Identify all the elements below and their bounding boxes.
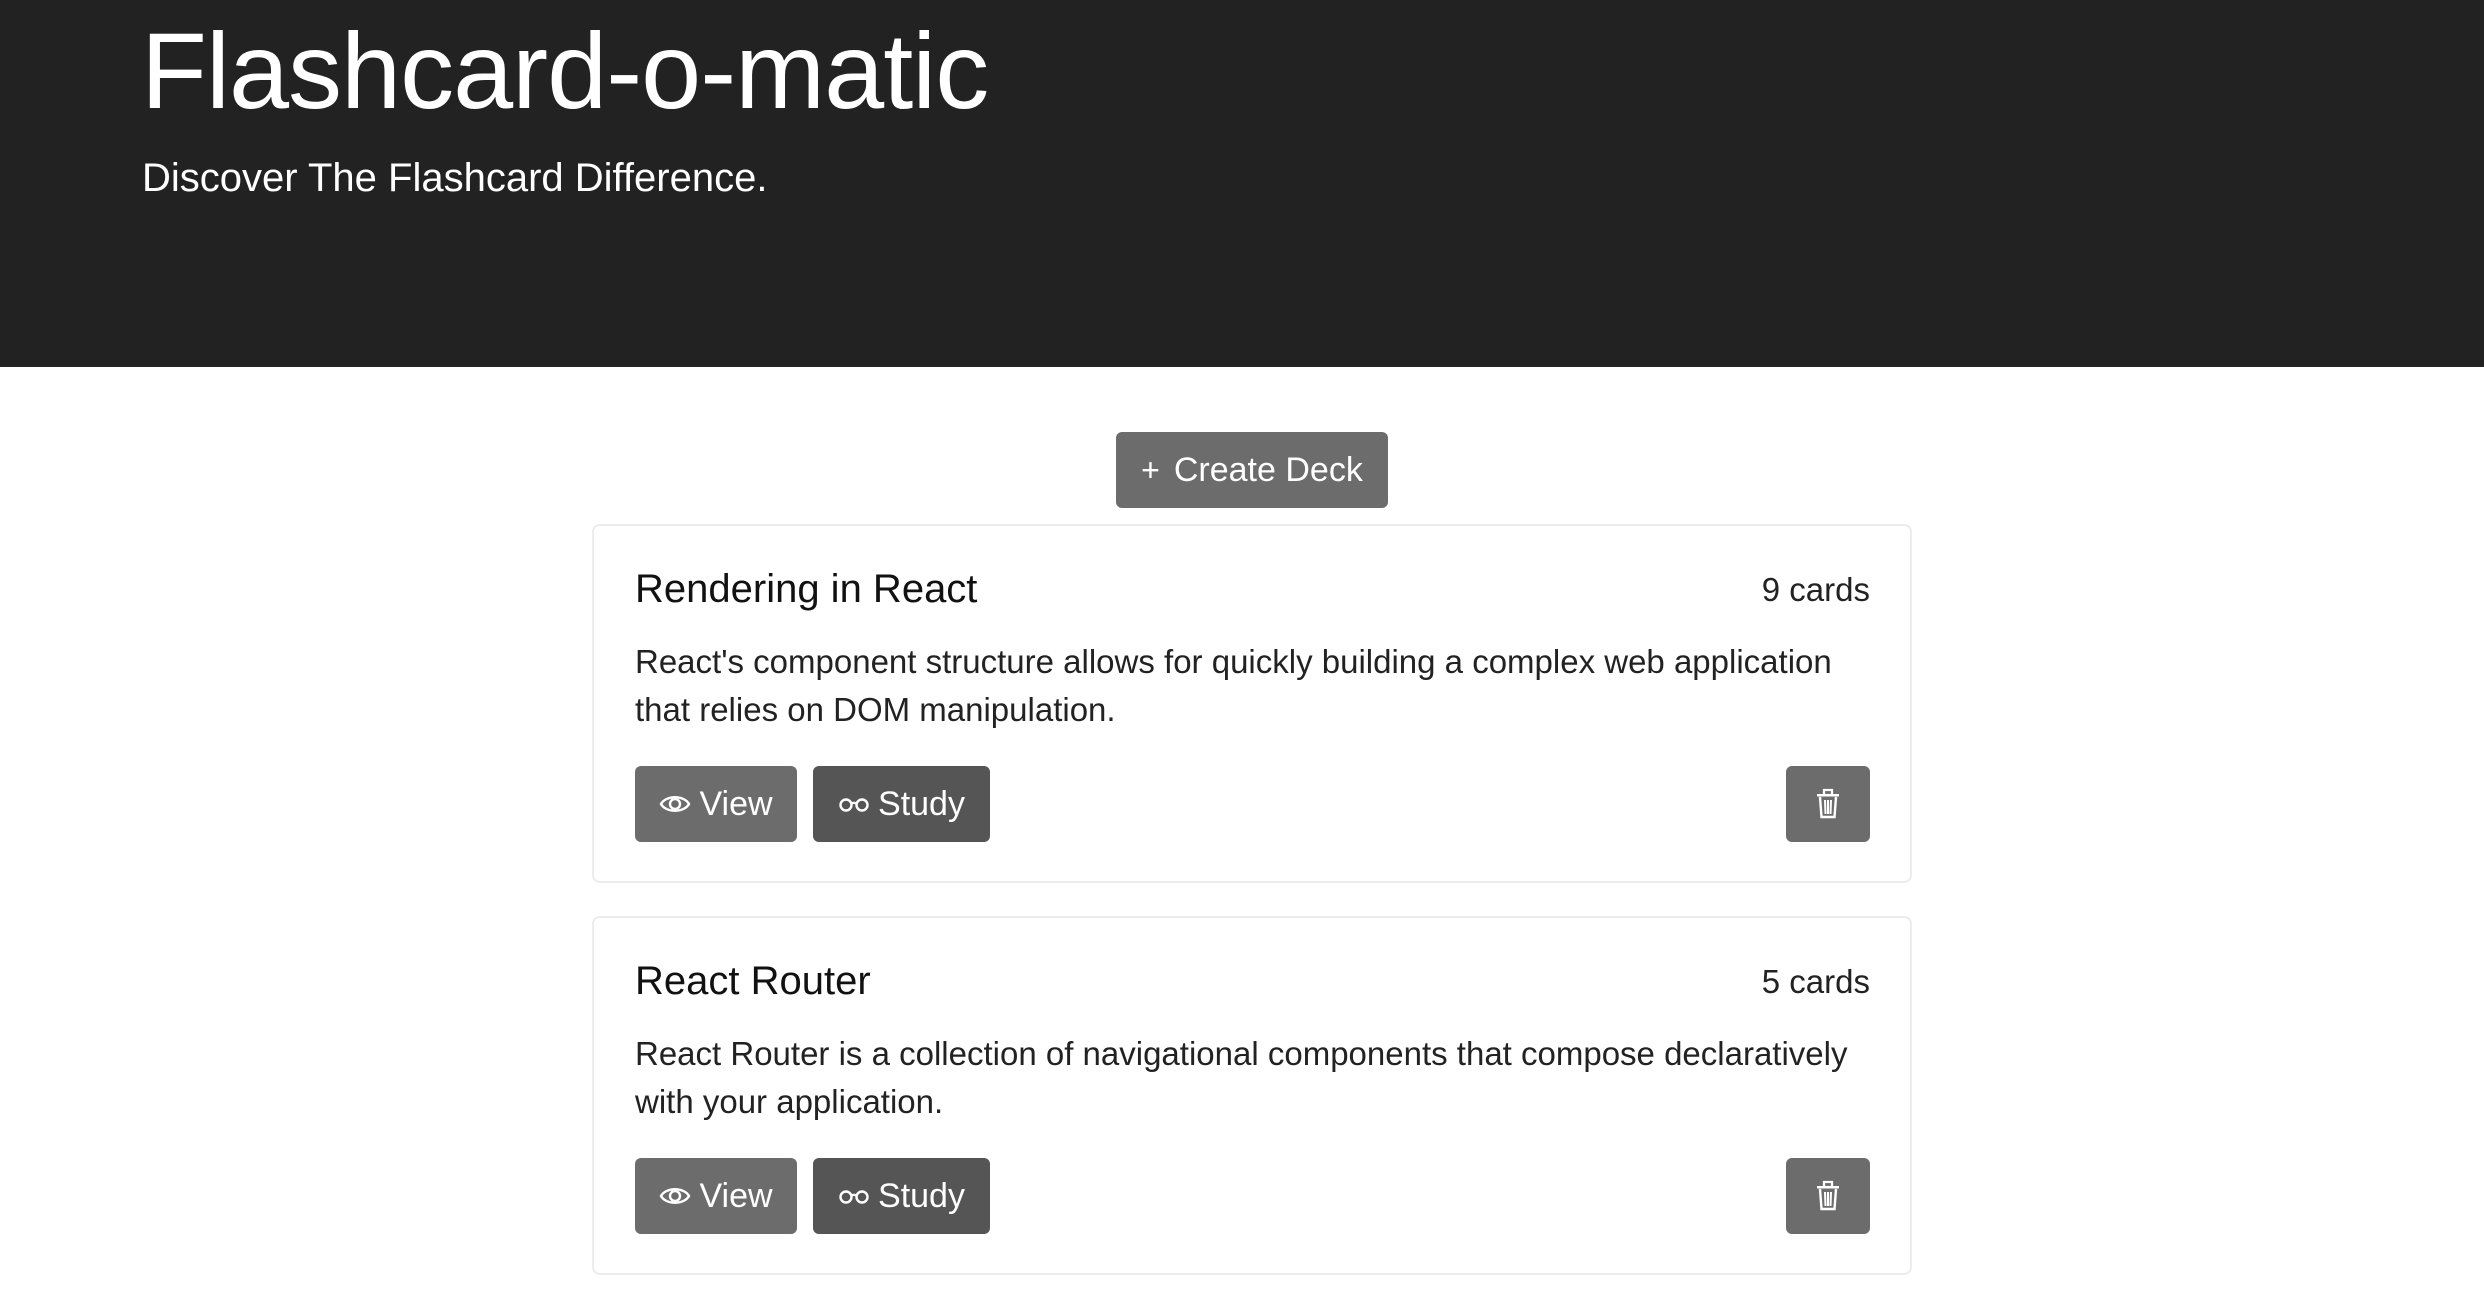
study-label: Study bbox=[878, 1176, 965, 1215]
app-subtitle: Discover The Flashcard Difference. bbox=[142, 156, 768, 200]
view-deck-button[interactable]: View bbox=[635, 766, 797, 842]
view-label: View bbox=[699, 784, 773, 823]
deck-title: React Router bbox=[635, 959, 871, 1003]
delete-deck-button[interactable] bbox=[1786, 766, 1870, 842]
create-deck-button[interactable]: + Create Deck bbox=[1116, 432, 1388, 508]
eye-icon bbox=[659, 1184, 691, 1208]
deck-card-count: 5 cards bbox=[1761, 963, 1870, 1000]
deck-card: Rendering in React 9 cards React's compo… bbox=[592, 524, 1912, 883]
view-label: View bbox=[699, 1176, 773, 1215]
deck-card: React Router 5 cards React Router is a c… bbox=[592, 916, 1912, 1275]
hero-banner: Flashcard-o-matic Discover The Flashcard… bbox=[0, 0, 2484, 367]
eye-icon bbox=[659, 792, 691, 816]
study-label: Study bbox=[878, 784, 965, 823]
plus-icon: + bbox=[1141, 452, 1160, 488]
study-deck-button[interactable]: Study bbox=[813, 766, 990, 842]
app-title: Flashcard-o-matic bbox=[141, 10, 989, 131]
study-deck-button[interactable]: Study bbox=[813, 1158, 990, 1234]
glasses-icon bbox=[838, 795, 870, 813]
glasses-icon bbox=[838, 1187, 870, 1205]
create-deck-label: Create Deck bbox=[1173, 450, 1363, 489]
trash-icon bbox=[1814, 788, 1842, 820]
deck-card-count: 9 cards bbox=[1761, 571, 1870, 608]
deck-description: React's component structure allows for q… bbox=[635, 643, 1832, 728]
view-deck-button[interactable]: View bbox=[635, 1158, 797, 1234]
trash-icon bbox=[1814, 1180, 1842, 1212]
delete-deck-button[interactable] bbox=[1786, 1158, 1870, 1234]
deck-title: Rendering in React bbox=[635, 567, 978, 611]
deck-description: React Router is a collection of navigati… bbox=[635, 1035, 1848, 1120]
